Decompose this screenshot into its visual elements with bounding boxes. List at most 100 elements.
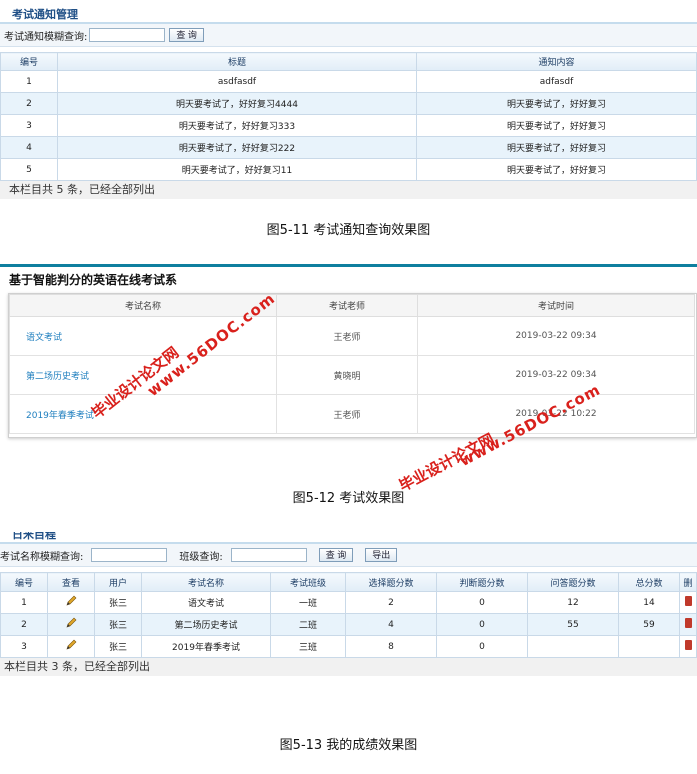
row-user: 张三 (94, 591, 142, 614)
score-name-search-input[interactable] (91, 548, 168, 562)
exam-teacher: 王老师 (276, 316, 418, 356)
view-cell[interactable] (47, 613, 95, 636)
notice-title: 考试通知管理 (12, 8, 78, 21)
row-judge: 0 (436, 591, 528, 614)
caption-5-13: 图5-13 我的成绩效果图 (279, 738, 418, 753)
delete-cell[interactable] (679, 591, 697, 614)
row-total (618, 635, 680, 658)
row-judge: 0 (436, 613, 528, 636)
table-row[interactable]: 1 asdfasdf adfasdf (0, 70, 697, 93)
row-title: asdfasdf (57, 70, 417, 93)
col-view: 查看 (47, 572, 95, 592)
col-qa: 问答题分数 (527, 572, 619, 592)
score-title: 日米目程 (12, 532, 56, 541)
row-exam: 2019年春季考试 (141, 635, 271, 658)
view-cell[interactable] (47, 635, 95, 658)
row-exam: 语文考试 (141, 591, 271, 614)
exam-teacher: 黄晓明 (276, 355, 418, 395)
col-delete: 删 (679, 572, 697, 592)
notice-table: 编号 标题 通知内容 1 asdfasdf adfasdf 2 明天要考试了，好… (0, 52, 697, 181)
row-id: 5 (0, 158, 58, 181)
row-judge: 0 (436, 635, 528, 658)
row-content: 明天要考试了，好好复习 (416, 158, 697, 181)
caption-5-12: 图5-12 考试效果图 (292, 491, 405, 506)
row-content: 明天要考试了，好好复习 (416, 136, 697, 159)
row-title: 明天要考试了，好好复习4444 (57, 92, 417, 115)
col-id: 编号 (0, 52, 58, 71)
row-id: 3 (0, 635, 48, 658)
table-row[interactable]: 2 张三 第二场历史考试 二班 4 0 55 59 (0, 613, 697, 636)
exam-time: 2019-03-22 09:34 (417, 355, 695, 395)
row-exam: 第二场历史考试 (141, 613, 271, 636)
score-table: 编号 查看 用户 考试名称 考试班级 选择题分数 判断题分数 问答题分数 总分数… (0, 572, 697, 658)
delete-cell[interactable] (679, 613, 697, 636)
score-table-header: 编号 查看 用户 考试名称 考试班级 选择题分数 判断题分数 问答题分数 总分数… (0, 572, 697, 592)
col-content: 通知内容 (416, 52, 697, 71)
table-row[interactable]: 5 明天要考试了，好好复习11 明天要考试了，好好复习 (0, 158, 697, 181)
score-search-bar: 考试名称模糊查询: 班级查询: 查 询 导出 (0, 544, 697, 567)
row-class: 二班 (270, 613, 346, 636)
notice-search-input[interactable] (89, 28, 166, 42)
delete-icon[interactable] (684, 596, 692, 606)
col-judge: 判断题分数 (436, 572, 528, 592)
delete-cell[interactable] (679, 635, 697, 658)
col-exam-name: 考试名称 (141, 572, 271, 592)
row-id: 2 (0, 613, 48, 636)
caption-5-11: 图5-11 考试通知查询效果图 (266, 223, 431, 238)
notice-footer: 本栏目共 5 条，已经全部列出 (0, 181, 697, 199)
exam-name-link[interactable]: 2019年春季考试 (9, 394, 277, 434)
row-user: 张三 (94, 635, 142, 658)
row-qa: 55 (527, 613, 619, 636)
notice-table-header: 编号 标题 通知内容 (0, 52, 697, 71)
row-title: 明天要考试了，好好复习222 (57, 136, 417, 159)
table-row[interactable]: 4 明天要考试了，好好复习222 明天要考试了，好好复习 (0, 136, 697, 159)
row-id: 3 (0, 114, 58, 137)
score-search-label: 考试名称模糊查询: (0, 551, 84, 563)
row-id: 4 (0, 136, 58, 159)
notice-search-bar: 考试通知模糊查询: 查 询 (0, 24, 697, 47)
row-content: adfasdf (416, 70, 697, 93)
col-class: 考试班级 (270, 572, 346, 592)
exam-top-bar (0, 264, 697, 267)
exam-time: 2019-03-22 09:34 (417, 316, 695, 356)
row-user: 张三 (94, 613, 142, 636)
table-row[interactable]: 2 明天要考试了，好好复习4444 明天要考试了，好好复习 (0, 92, 697, 115)
row-choice: 2 (345, 591, 437, 614)
row-id: 2 (0, 92, 58, 115)
row-qa (527, 635, 619, 658)
row-class: 一班 (270, 591, 346, 614)
score-header: 日米目程 (0, 532, 697, 544)
notice-search-label: 考试通知模糊查询: (4, 31, 88, 43)
row-total: 14 (618, 591, 680, 614)
pencil-icon[interactable] (65, 617, 77, 629)
table-row[interactable]: 1 张三 语文考试 一班 2 0 12 14 (0, 591, 697, 614)
col-total: 总分数 (618, 572, 680, 592)
notice-management-panel: 考试通知管理 考试通知模糊查询: 查 询 编号 标题 通知内容 1 asdfas… (0, 0, 697, 199)
table-row[interactable]: 语文考试 王老师 2019-03-22 09:34 (9, 316, 695, 356)
exam-table-header: 考试名称 考试老师 考试时间 (9, 294, 695, 317)
class-search-label: 班级查询: (179, 551, 223, 563)
pencil-icon[interactable] (65, 639, 77, 651)
score-search-button[interactable]: 查 询 (318, 548, 354, 562)
export-button[interactable]: 导出 (365, 548, 398, 562)
pencil-icon[interactable] (65, 595, 77, 607)
col-choice: 选择题分数 (345, 572, 437, 592)
col-user: 用户 (94, 572, 142, 592)
table-row[interactable]: 3 张三 2019年春季考试 三班 8 0 (0, 635, 697, 658)
score-footer: 本栏目共 3 条，已经全部列出 (0, 658, 697, 676)
delete-icon[interactable] (684, 640, 692, 650)
notice-search-button[interactable]: 查 询 (169, 28, 204, 42)
row-qa: 12 (527, 591, 619, 614)
exam-system-title: 基于智能判分的英语在线考试系 (9, 273, 178, 287)
table-row[interactable]: 3 明天要考试了，好好复习333 明天要考试了，好好复习 (0, 114, 697, 137)
row-title: 明天要考试了，好好复习11 (57, 158, 417, 181)
delete-icon[interactable] (684, 618, 692, 628)
view-cell[interactable] (47, 591, 95, 614)
col-exam-teacher: 考试老师 (276, 294, 418, 317)
row-id: 1 (0, 70, 58, 93)
row-content: 明天要考试了，好好复习 (416, 92, 697, 115)
class-search-input[interactable] (230, 548, 307, 562)
row-class: 三班 (270, 635, 346, 658)
col-exam-time: 考试时间 (417, 294, 695, 317)
row-content: 明天要考试了，好好复习 (416, 114, 697, 137)
